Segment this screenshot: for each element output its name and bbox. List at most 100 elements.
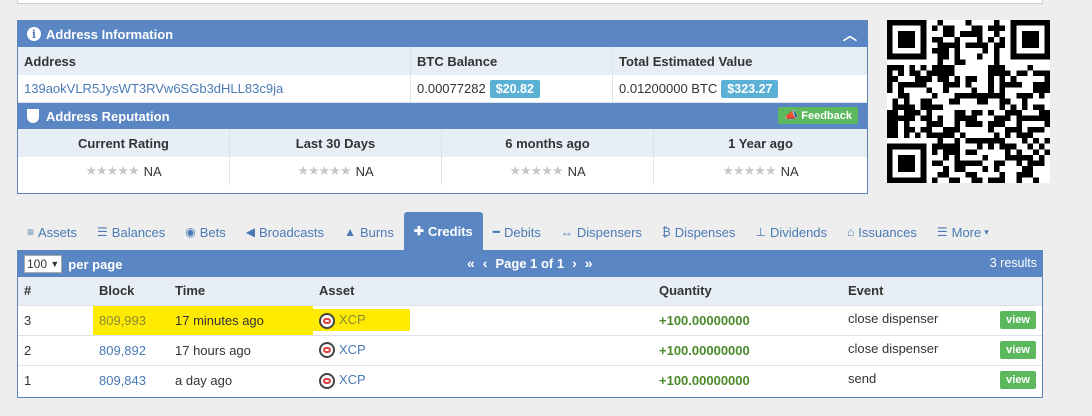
rating-30days: ★★★★★ NA <box>230 157 442 185</box>
total-value-header: Total Estimated Value <box>613 47 867 75</box>
tab-burns[interactable]: ▲ Burns <box>334 214 404 250</box>
chevron-down-icon: ▼ <box>50 259 60 269</box>
tab-dispenses[interactable]: ₿ Dispenses <box>652 214 746 250</box>
asset-link[interactable]: XCP <box>339 312 366 327</box>
star-rating-icon: ★★★★★ <box>509 163 563 178</box>
col-event: Event <box>842 277 1042 305</box>
arrows-icon: ↔ <box>560 225 573 239</box>
tab-issuances[interactable]: ⌂ Issuances <box>837 214 927 250</box>
view-button[interactable]: view <box>1000 341 1036 359</box>
row-event: close dispenser view <box>842 334 1042 365</box>
top-panel-edge <box>17 0 1043 4</box>
plus-icon: ✚ <box>413 224 424 238</box>
col-asset: Asset <box>313 277 653 305</box>
tab-balances[interactable]: ☰ Balances <box>87 214 175 250</box>
tab-credits[interactable]: ✚ Credits <box>403 212 483 250</box>
xcp-asset-icon <box>319 342 335 359</box>
reputation-grid: Current Rating Last 30 Days 6 months ago… <box>18 129 867 185</box>
total-value-btc: 0.01200000 BTC <box>619 81 718 96</box>
row-quantity: +100.00000000 <box>653 364 842 395</box>
rating-header-30days: Last 30 Days <box>230 129 442 157</box>
table-row: 1 809,843 a day ago XCP +100.00000000 se… <box>18 364 1042 395</box>
row-quantity: +100.00000000 <box>653 334 842 365</box>
per-page-select[interactable]: 100 ▼ <box>24 255 63 273</box>
block-link[interactable]: 809,993 <box>99 313 146 328</box>
sitemap-icon: ⊥ <box>755 225 766 239</box>
star-rating-icon: ★★★★★ <box>722 163 776 178</box>
results-count: 3 results <box>989 256 1037 270</box>
collapse-chevron-icon[interactable]: ︿ <box>843 25 857 45</box>
xcp-asset-icon <box>319 312 335 329</box>
fire-icon: ▲ <box>344 225 356 239</box>
rating-current: ★★★★★ NA <box>18 157 230 185</box>
row-asset: XCP <box>313 364 653 395</box>
asset-link[interactable]: XCP <box>339 342 366 357</box>
credits-panel: 100 ▼ per page « ‹ Page 1 of 1 › » 3 res… <box>17 250 1043 398</box>
first-page-icon[interactable]: « <box>467 255 475 271</box>
address-qr-code <box>887 20 1050 183</box>
list-icon: ☰ <box>936 225 948 239</box>
view-button[interactable]: view <box>1000 371 1036 390</box>
list-icon: ☰ <box>97 225 108 239</box>
last-page-icon[interactable]: » <box>585 255 593 271</box>
btc-balance-value: 0.00077282 <box>417 81 486 96</box>
row-time: 17 hours ago <box>169 334 313 365</box>
block-link[interactable]: 809,843 <box>99 373 146 388</box>
target-icon: ◉ <box>185 225 196 239</box>
tab-bets[interactable]: ◉ Bets <box>175 214 236 250</box>
feedback-label: Feedback <box>801 110 852 122</box>
btc-balance-header: BTC Balance <box>411 47 613 75</box>
table-row: 2 809,892 17 hours ago XCP +100.00000000… <box>18 334 1042 365</box>
row-block: 809,892 <box>93 334 169 365</box>
col-num: # <box>18 277 93 305</box>
row-time: 17 minutes ago <box>169 304 313 335</box>
table-header-row: # Block Time Asset Quantity Event <box>18 277 1042 305</box>
row-asset: XCP <box>313 304 653 335</box>
pager: « ‹ Page 1 of 1 › » <box>467 255 593 271</box>
table-row: 3 809,993 17 minutes ago XCP +100.000000… <box>18 304 1042 335</box>
row-time: a day ago <box>169 364 313 395</box>
tab-assets[interactable]: ≡ Assets <box>17 214 87 250</box>
per-page-label: per page <box>68 256 123 272</box>
block-link[interactable]: 809,892 <box>99 343 146 358</box>
btc-balance-cell: 0.00077282 $20.82 <box>411 75 613 103</box>
bitcoin-icon: ₿ <box>661 225 671 239</box>
address-info-title: Address Information <box>46 26 174 42</box>
reputation-header: Address Reputation 📣 Feedback <box>18 103 867 129</box>
view-button[interactable]: view <box>1000 311 1036 329</box>
shield-icon <box>27 109 39 123</box>
star-rating-icon: ★★★★★ <box>85 163 139 178</box>
tab-broadcasts[interactable]: ◀ Broadcasts <box>236 214 334 250</box>
rating-header-current: Current Rating <box>18 129 230 157</box>
address-link[interactable]: 139aokVLR5JysWT3RVw6SGb3dHLL83c9ja <box>24 81 283 96</box>
feedback-button[interactable]: 📣 Feedback <box>778 107 858 124</box>
tab-dispensers[interactable]: ↔ Dispensers <box>551 214 652 250</box>
row-event: close dispenser view <box>842 304 1042 335</box>
prev-page-icon[interactable]: ‹ <box>483 255 488 271</box>
row-block: 809,843 <box>93 364 169 395</box>
row-num: 2 <box>18 334 93 365</box>
tab-debits[interactable]: ━ Debits <box>483 214 551 250</box>
tab-dividends[interactable]: ⊥ Dividends <box>746 214 838 250</box>
page-label: Page 1 of 1 <box>495 255 565 271</box>
total-value-usd-badge: $323.27 <box>721 79 779 98</box>
caret-down-icon: ▾ <box>984 226 989 237</box>
col-quantity: Quantity <box>653 277 842 305</box>
reputation-title: Address Reputation <box>46 108 170 124</box>
address-info-panel: i Address Information ︿ Address BTC Bala… <box>17 20 868 194</box>
star-rating-icon: ★★★★★ <box>297 163 351 178</box>
row-event: send view <box>842 364 1042 395</box>
address-header: Address <box>18 47 411 75</box>
next-page-icon[interactable]: › <box>572 255 577 271</box>
col-time: Time <box>169 277 313 305</box>
row-num: 3 <box>18 304 93 335</box>
asset-link[interactable]: XCP <box>339 372 366 387</box>
tab-more[interactable]: ☰ More ▾ <box>927 214 999 250</box>
address-info-header: i Address Information ︿ <box>18 21 867 47</box>
section-tabs: ≡ Assets ☰ Balances ◉ Bets ◀ Broadcasts ▲ Bur… <box>17 212 1043 250</box>
row-asset: XCP <box>313 334 653 365</box>
col-block: Block <box>93 277 169 305</box>
rating-header-6months: 6 months ago <box>442 129 654 157</box>
xcp-asset-icon <box>319 372 335 389</box>
credits-table: # Block Time Asset Quantity Event 3 809,… <box>18 277 1042 395</box>
